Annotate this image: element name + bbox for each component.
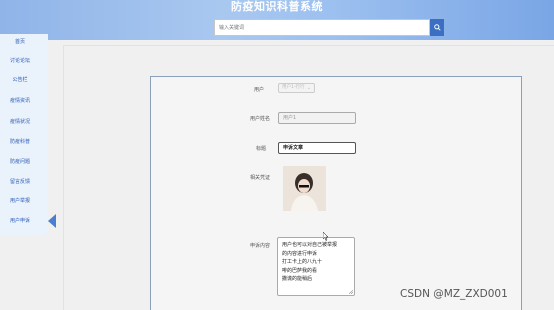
resize-handle-icon[interactable]	[349, 290, 353, 294]
app-title: 防疫知识科普系统	[231, 0, 323, 13]
sidebar-item-questions[interactable]: 防疫问题	[0, 158, 40, 166]
search-icon	[433, 24, 441, 31]
content-line: 啡的巴萨我的看	[282, 267, 318, 274]
top-header: 防疫知识科普系统	[0, 0, 554, 40]
photo-label: 相关凭证	[249, 175, 270, 181]
user-label: 用户	[253, 87, 264, 93]
title-field[interactable]: 申诉文章	[278, 142, 356, 154]
appeal-content-textarea[interactable]: 用户也可以对自己被举报 的内容进行申诉 打工卡上的八九十 啡的巴萨我的看 撒谎的…	[277, 237, 355, 296]
triangle-left-icon	[48, 214, 56, 228]
content-line: 的内容进行申诉	[282, 250, 318, 257]
chevron-down-icon: ⌄	[306, 85, 311, 91]
content-line: 打工卡上的八九十	[282, 259, 323, 265]
content-line: 撒谎的能稍后	[282, 276, 313, 282]
sidebar-item-reports[interactable]: 用户举报	[0, 197, 40, 205]
watermark: CSDN @MZ_ZXD001	[400, 288, 508, 300]
search-button[interactable]	[430, 19, 444, 36]
username-field[interactable]: 用户1	[278, 112, 356, 124]
user-select[interactable]: 用户1-行行 ⌄	[278, 83, 315, 93]
sidebar-item-notices[interactable]: 公告栏	[0, 76, 40, 84]
sidebar-item-home[interactable]: 首页	[0, 38, 40, 46]
sidebar-item-status[interactable]: 疫情状况	[0, 118, 40, 126]
sidebar-item-science[interactable]: 防疫科普	[0, 138, 40, 146]
sidebar-item-feedback[interactable]: 留言反馈	[0, 178, 40, 186]
search-input[interactable]	[214, 19, 430, 36]
person-photo-icon	[283, 166, 326, 211]
username-label: 用户姓名	[249, 116, 270, 122]
sidebar-item-news[interactable]: 疫情资讯	[0, 97, 40, 105]
mouse-cursor-icon	[323, 232, 329, 241]
title-label: 标题	[255, 146, 266, 152]
evidence-photo[interactable]	[283, 166, 326, 211]
sidebar-item-appeals[interactable]: 用户申诉	[0, 217, 40, 225]
content-line: 用户也可以对自己被举报	[282, 242, 338, 248]
sidebar: 首页 讨论论坛 公告栏 疫情资讯 疫情状况 防疫科普 防疫问题 留言反馈 用户举…	[0, 34, 48, 236]
sidebar-item-forum[interactable]: 讨论论坛	[0, 57, 40, 65]
user-select-value: 用户1-行行	[282, 85, 305, 90]
content-label: 申诉内容	[249, 243, 270, 249]
